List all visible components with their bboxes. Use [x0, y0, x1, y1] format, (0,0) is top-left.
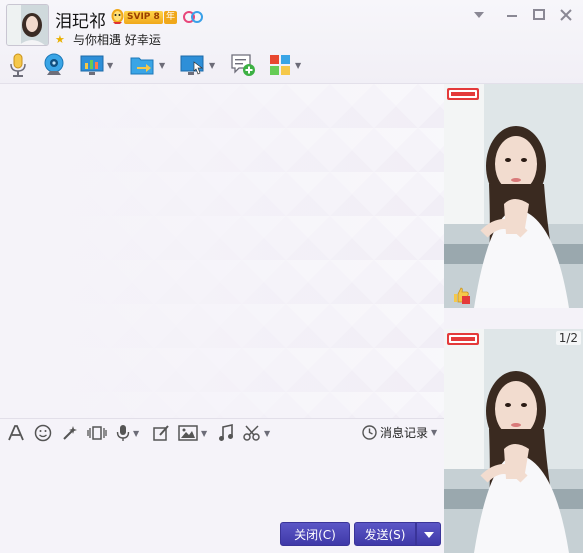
clock-icon	[362, 425, 377, 440]
chat-header: 泪玘祁 SVIP 8 年 ★ 与你相遇 好幸运 ▼ ▼ ▼ ▼	[0, 0, 583, 84]
message-history-label: 消息记录	[380, 426, 429, 440]
chevron-down-icon[interactable]: ▼	[159, 61, 165, 70]
font-icon	[8, 425, 24, 441]
year-badge: 年	[164, 11, 177, 24]
chevron-down-icon[interactable]: ▼	[209, 61, 215, 70]
magic-emoji-button[interactable]	[61, 423, 79, 443]
font-button[interactable]	[7, 423, 25, 443]
screenshot-button[interactable]: ▼	[243, 423, 270, 443]
chevron-down-icon[interactable]: ▼	[431, 428, 437, 437]
scissors-icon	[243, 425, 260, 441]
emoji-button[interactable]	[34, 423, 52, 443]
contact-name[interactable]: 泪玘祁	[55, 7, 106, 32]
send-button[interactable]: 发送(S)	[354, 522, 416, 546]
remote-desktop-button[interactable]: ▼	[180, 50, 215, 80]
chevron-down-icon[interactable]: ▼	[133, 429, 139, 438]
minimize-icon[interactable]	[503, 7, 521, 23]
contact-photo-2[interactable]: 1/2	[444, 329, 583, 553]
chevron-down-icon[interactable]: ▼	[264, 429, 270, 438]
chat-toolbar: ▼ ▼ ▼ ▼	[0, 50, 330, 82]
chevron-down-icon	[423, 532, 434, 538]
avatar[interactable]	[6, 4, 49, 46]
apps-icon	[270, 55, 290, 75]
svip-badge[interactable]: SVIP 8	[124, 11, 163, 24]
video-call-icon	[44, 53, 64, 75]
like-icon[interactable]	[452, 286, 470, 304]
message-history-button[interactable]: 消息记录 ▼	[362, 424, 437, 441]
file-transfer-button[interactable]: ▼	[130, 50, 165, 80]
voice-call-button[interactable]	[8, 50, 28, 80]
new-message-button[interactable]	[230, 50, 256, 80]
edit-icon	[153, 425, 169, 441]
file-transfer-icon	[130, 57, 154, 75]
emoji-icon	[34, 424, 52, 442]
portrait-image	[444, 329, 583, 553]
voice-message-button[interactable]: ▼	[116, 423, 139, 443]
music-button[interactable]	[218, 423, 234, 443]
contact-photo[interactable]	[444, 84, 583, 308]
microphone-icon	[10, 53, 26, 77]
dropdown-icon[interactable]	[470, 7, 488, 23]
portrait-image	[444, 84, 583, 308]
chat-window: 泪玘祁 SVIP 8 年 ★ 与你相遇 好幸运 ▼ ▼ ▼ ▼ ▼ ▼ ▼ 消息…	[0, 0, 583, 553]
contact-photo-panel: 1/2	[444, 84, 583, 553]
star-icon: ★	[55, 33, 65, 46]
chevron-down-icon[interactable]: ▼	[201, 429, 207, 438]
magic-wand-icon	[63, 426, 77, 440]
qq-vip-icon[interactable]	[110, 8, 125, 25]
shake-window-button[interactable]	[87, 423, 107, 443]
video-call-button[interactable]	[42, 50, 66, 80]
window-shake-icon	[87, 426, 107, 440]
qzone-icon[interactable]	[182, 10, 204, 24]
photo-page-indicator: 1/2	[555, 331, 581, 345]
image-icon	[178, 425, 198, 441]
vip-tag-icon	[447, 333, 479, 345]
apps-button[interactable]: ▼	[268, 50, 301, 80]
maximize-icon[interactable]	[530, 7, 548, 23]
edit-button[interactable]	[152, 423, 170, 443]
close-button[interactable]: 关闭(C)	[280, 522, 350, 546]
image-button[interactable]: ▼	[178, 423, 207, 443]
music-note-icon	[219, 424, 233, 441]
vip-tag-icon	[447, 88, 479, 100]
personal-signature: 与你相遇 好幸运	[73, 33, 161, 47]
chevron-down-icon[interactable]: ▼	[107, 61, 113, 70]
close-icon[interactable]	[557, 7, 575, 23]
new-message-icon	[231, 54, 255, 76]
remote-desktop-icon	[180, 55, 204, 75]
chevron-down-icon[interactable]: ▼	[295, 61, 301, 70]
input-toolbar: ▼ ▼ ▼ 消息记录 ▼	[0, 418, 444, 446]
message-history-fade	[0, 84, 444, 418]
screen-share-button[interactable]: ▼	[80, 50, 113, 80]
screen-share-icon	[80, 55, 104, 75]
send-options-button[interactable]	[416, 522, 441, 546]
microphone-icon	[116, 425, 130, 441]
